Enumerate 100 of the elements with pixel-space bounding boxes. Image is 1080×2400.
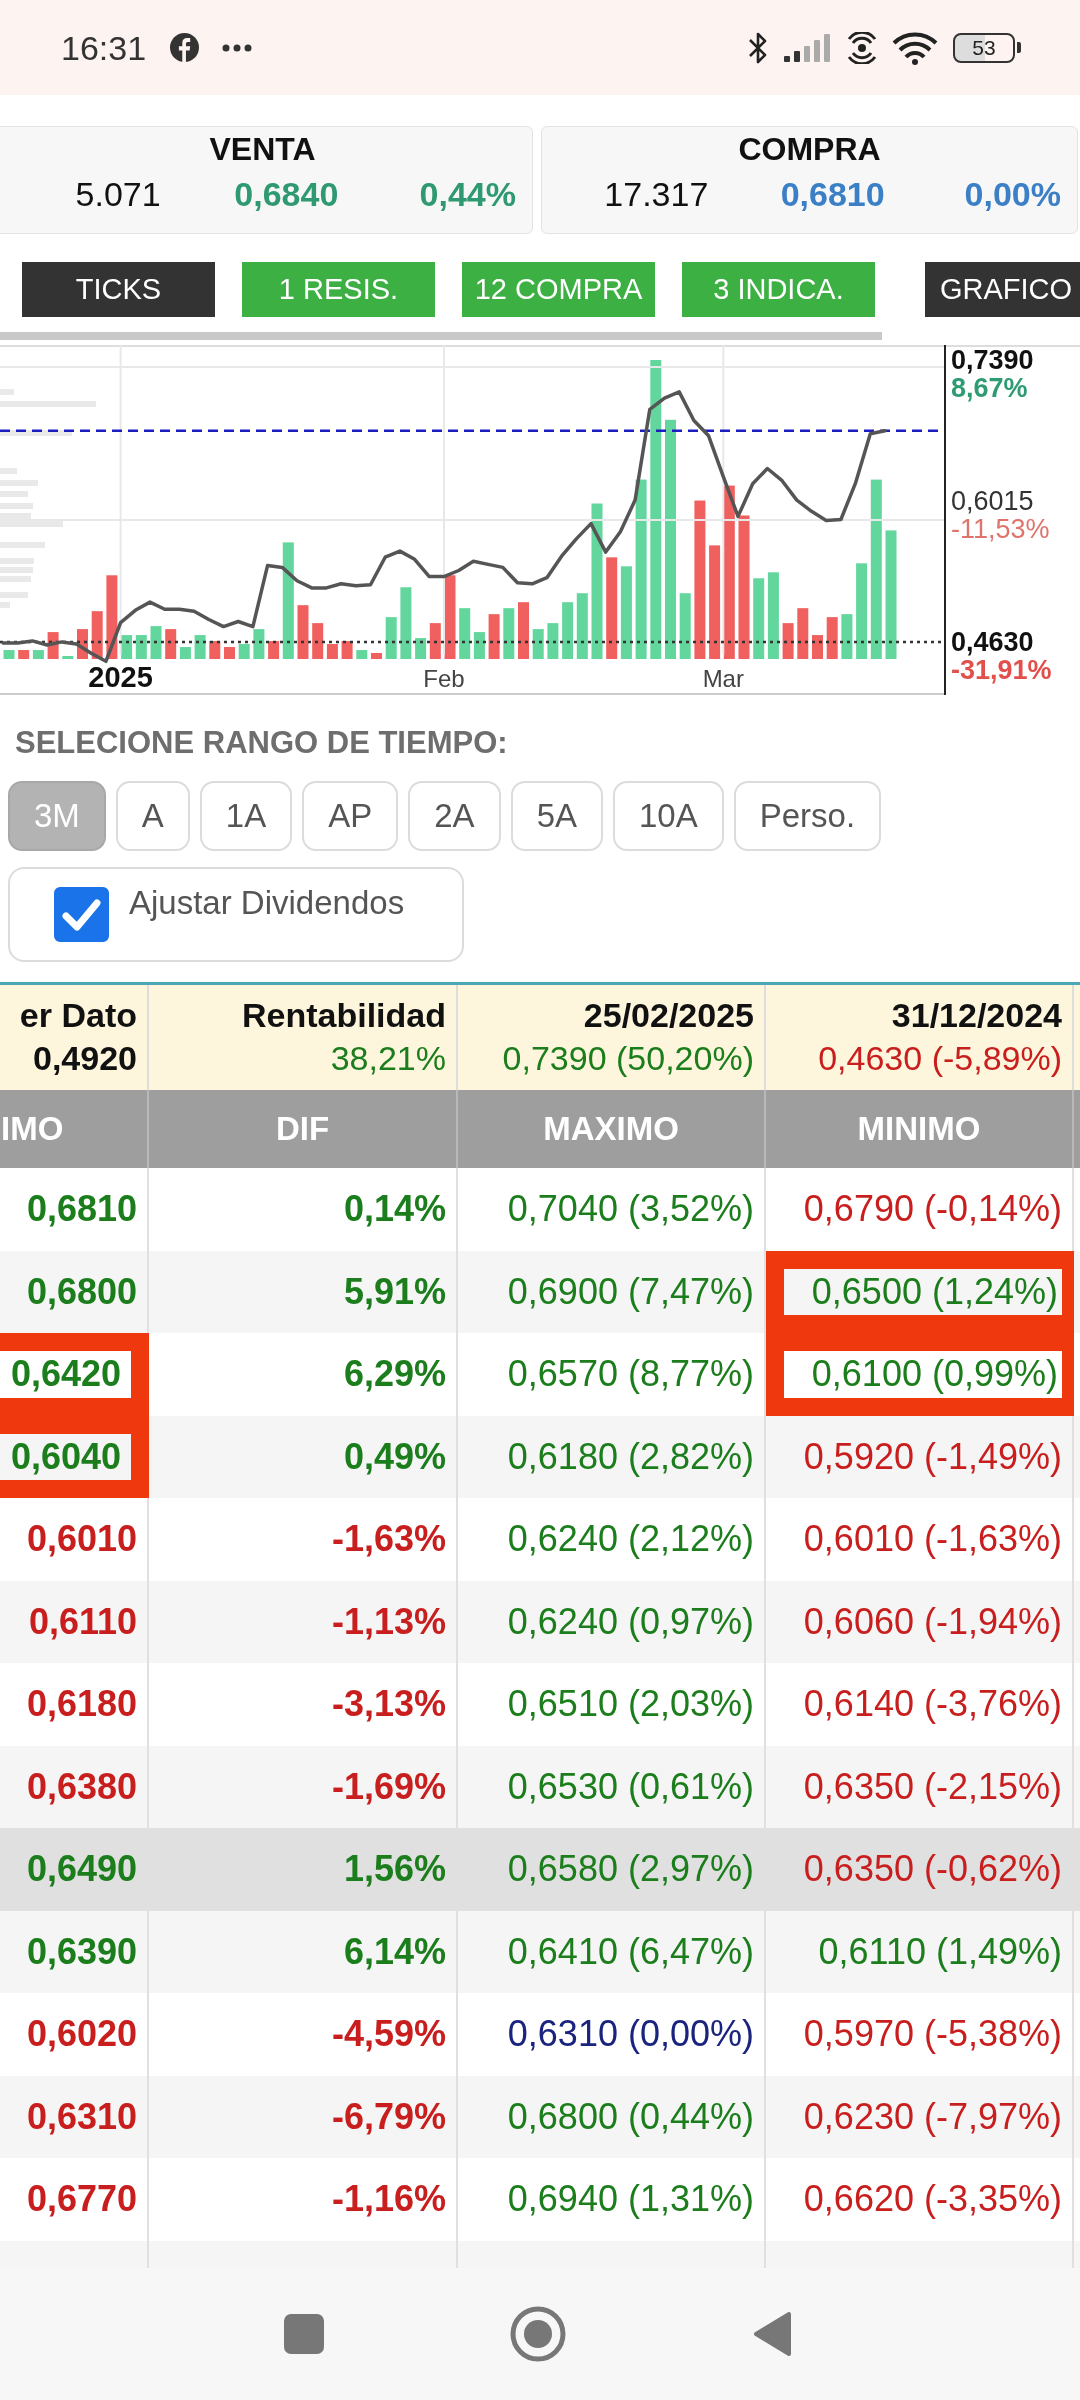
volume-bar [547, 623, 559, 659]
table-cell: 0,6790 (-0,14%) [766, 1168, 1074, 1251]
toolbar-button[interactable]: TICKS [22, 262, 215, 317]
table-row[interactable]: 0,6310 -6,79% 0,6800 (0,44%) 0,6230 (-7,97%) [0, 2075, 1080, 2158]
checkbox-label: Ajustar Dividendos [129, 883, 405, 923]
quote-value: 17.317 [604, 174, 709, 214]
volume-bar [238, 644, 250, 659]
dividends-option[interactable]: Ajustar Dividendos [8, 867, 464, 962]
table-cell: 0,6800 [0, 1250, 149, 1333]
summary-header: er Dato [19, 995, 137, 1036]
volume-bar [179, 647, 191, 659]
battery-indicator: 53 [953, 32, 1021, 63]
quote-title: VENTA [209, 130, 316, 168]
volume-bar [135, 635, 147, 659]
volume-bar [841, 614, 853, 659]
volume-bar [209, 641, 221, 659]
volume-bar [679, 593, 691, 659]
range-tab[interactable]: A [115, 781, 190, 851]
volume-bar [62, 656, 74, 659]
volume-bar [385, 617, 397, 659]
quote-title: COMPRA [738, 130, 881, 168]
volume-bar [297, 605, 309, 659]
range-tab[interactable]: 1A [199, 781, 293, 851]
range-tab[interactable]: 2A [408, 781, 501, 851]
volume-bar [32, 650, 44, 659]
summary-value: 0,7390 (50,20%) [502, 1038, 754, 1079]
more-icon [222, 43, 253, 52]
volume-bar [268, 641, 280, 659]
volume-bar [312, 623, 324, 659]
hotspot-icon [846, 31, 878, 64]
volume-bar [47, 632, 59, 659]
checkbox[interactable] [54, 887, 109, 942]
axis-price-label: 0,4630 [951, 626, 1034, 657]
summary-value: 38,21% [330, 1038, 446, 1079]
axis-change-label: -11,53% [951, 513, 1050, 544]
volume-bar [400, 587, 412, 659]
volume-bar [532, 629, 544, 659]
table-row[interactable]: 0,6040 0,49% 0,6180 (2,82%) 0,5920 (-1,49%) [0, 1415, 1080, 1498]
volume-bar [3, 650, 15, 659]
range-tab[interactable]: AP [302, 781, 399, 851]
axis-price-label: 0,7390 [951, 345, 1034, 376]
axis-price-label: 0,6015 [951, 485, 1034, 516]
axis-date-label: Mar [702, 665, 744, 692]
volume-bar [576, 593, 588, 659]
range-tab[interactable]: 10A [613, 781, 724, 851]
volume-bar [224, 647, 235, 659]
table-row[interactable]: 0,6380 -1,69% 0,6530 (0,61%) 0,6350 (-2,15%) [0, 1745, 1080, 1828]
volume-bar [18, 650, 30, 659]
table-cell: 0,6420 [0, 1333, 149, 1416]
volume-bar [503, 608, 515, 659]
toolbar-button[interactable]: 3 INDICA. [682, 262, 875, 317]
volume-bar [473, 632, 485, 659]
quote-value: 5.071 [75, 174, 161, 214]
axis-date-label: Feb [423, 665, 465, 692]
volume-bar [326, 644, 338, 659]
quote-value: 0,00% [964, 174, 1061, 214]
status-time: 16:31 [61, 27, 147, 68]
quote-value: 0,44% [419, 174, 516, 214]
signal-icon [784, 33, 830, 62]
volume-bar [121, 635, 133, 659]
bluetooth-icon [747, 30, 769, 65]
table-row[interactable]: 0,6490 1,56% 0,6580 (2,97%) 0,6350 (-0,62%) [0, 1828, 1080, 1911]
range-tab[interactable]: 5A [510, 781, 603, 851]
table-row[interactable]: 0,6390 6,14% 0,6410 (6,47%) 0,6110 (1,49%) [0, 1910, 1080, 1993]
volume-bar [150, 626, 162, 659]
quote-value: 0,6810 [780, 174, 885, 214]
table-row[interactable]: 0,6110 -1,13% 0,6240 (0,97%) 0,6060 (-1,94%) [0, 1580, 1080, 1663]
volume-bar [518, 602, 529, 659]
volume-bar [562, 602, 574, 659]
back-icon[interactable] [753, 2311, 791, 2357]
axis-date-label: 2025 [88, 661, 153, 693]
volume-bar [797, 608, 809, 659]
volume-bar [194, 635, 206, 659]
section-title: SELECIONE RANGO DE TIEMPO: [15, 725, 508, 761]
home-icon[interactable] [510, 2306, 566, 2362]
volume-bar [341, 641, 353, 659]
toolbar-button[interactable]: 1 RESIS. [242, 262, 435, 317]
volume-bar [356, 650, 368, 659]
volume-bar [415, 638, 427, 659]
volume-bar [371, 653, 382, 659]
volume-bar [165, 629, 177, 659]
volume-bar [253, 629, 265, 659]
volume-bar [488, 614, 500, 659]
volume-bar [782, 623, 794, 659]
table-row[interactable]: 0,6800 5,91% 0,6900 (7,47%) 0,6500 (1,24%) [0, 1250, 1080, 1333]
volume-bar [812, 635, 823, 659]
toolbar-button[interactable]: GRAFICO [925, 262, 1080, 317]
logo-icon [170, 33, 200, 62]
volume-bar [77, 629, 88, 659]
summary-value: 0,4630 (-5,89%) [818, 1038, 1062, 1079]
summary-header: Rentabilidad [241, 995, 446, 1036]
volume-bar [91, 611, 103, 659]
square-icon[interactable] [284, 2314, 324, 2354]
quote-value: 0,6840 [234, 174, 339, 214]
volume-bar [826, 617, 838, 659]
volume-bar [459, 608, 471, 659]
range-tab[interactable]: Perso. [733, 781, 882, 851]
table-cell: 0,6500 (1,24%) [766, 1250, 1074, 1333]
toolbar-button[interactable]: 12 COMPRA [462, 262, 655, 317]
axis-change-label: 8,67% [951, 373, 1028, 404]
